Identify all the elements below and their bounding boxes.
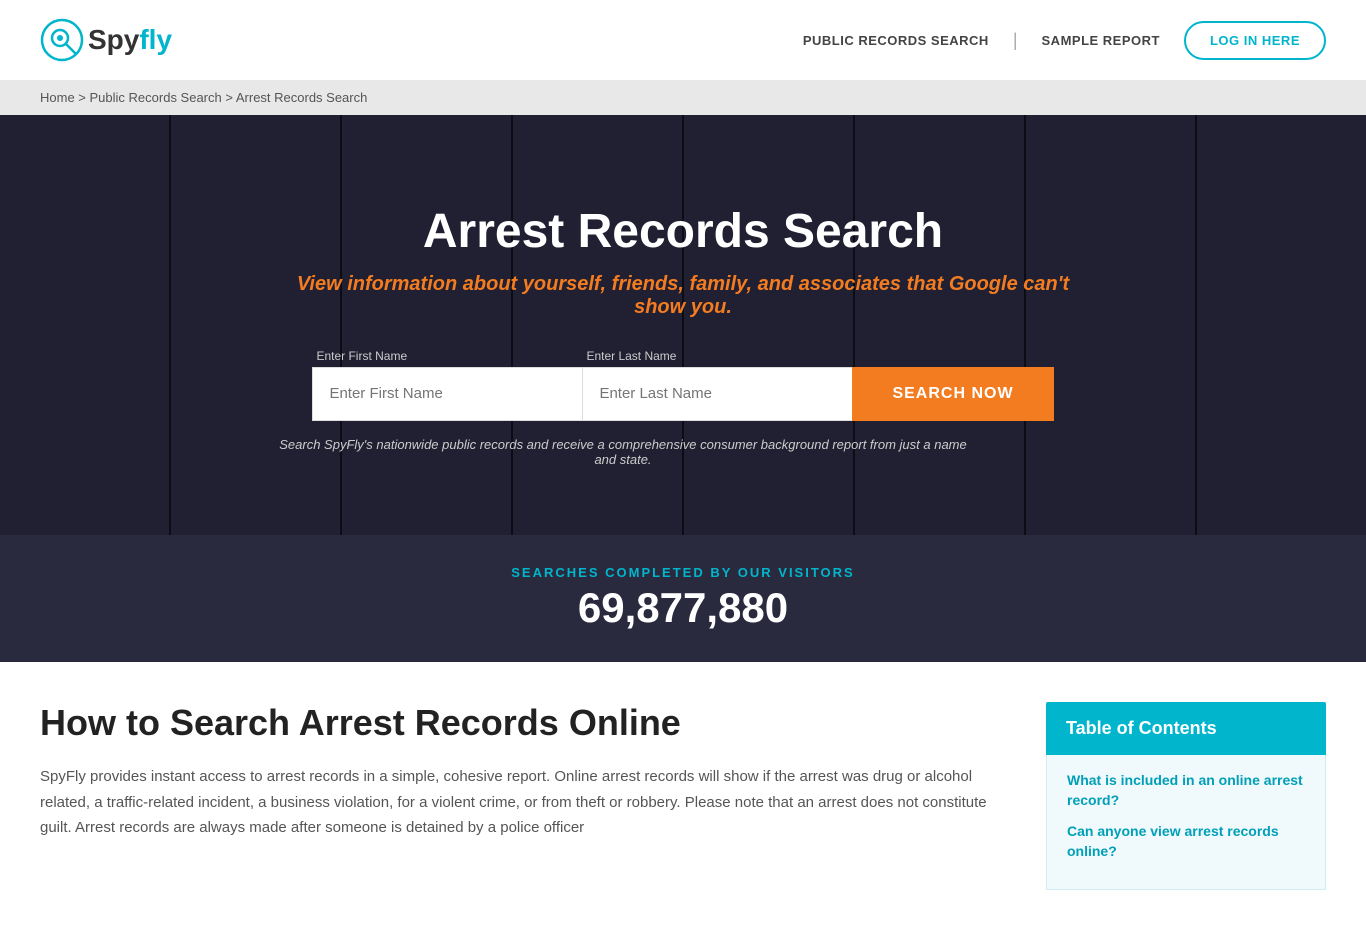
toc-link-2[interactable]: Can anyone view arrest records online?	[1067, 822, 1305, 861]
breadcrumb-sep2: >	[222, 90, 236, 105]
nav-sample-report[interactable]: SAMPLE REPORT	[1042, 33, 1160, 48]
spyfly-logo-icon	[40, 18, 84, 62]
breadcrumb-home[interactable]: Home	[40, 90, 75, 105]
hero-title: Arrest Records Search	[273, 204, 1093, 259]
nav-area: PUBLIC RECORDS SEARCH | SAMPLE REPORT LO…	[803, 21, 1326, 60]
first-name-input[interactable]	[312, 367, 582, 421]
toc-header: Table of Contents	[1046, 702, 1326, 755]
toc-sidebar: Table of Contents What is included in an…	[1046, 702, 1326, 890]
breadcrumb-current: Arrest Records Search	[236, 90, 368, 105]
breadcrumb-sep1: >	[75, 90, 90, 105]
main-paragraph: SpyFly provides instant access to arrest…	[40, 764, 1016, 841]
logo-text: Spyfly	[88, 24, 172, 56]
first-name-label: Enter First Name	[312, 349, 582, 363]
stats-bar: SEARCHES COMPLETED BY OUR VISITORS 69,87…	[0, 535, 1366, 662]
toc-body: What is included in an online arrest rec…	[1046, 755, 1326, 890]
search-now-button[interactable]: SEARCH NOW	[852, 367, 1053, 421]
hero-content: Arrest Records Search View information a…	[233, 164, 1133, 487]
main-content: How to Search Arrest Records Online SpyF…	[40, 702, 1016, 890]
search-form: Enter First Name Enter Last Name SEARCH …	[273, 349, 1093, 421]
last-name-group: Enter Last Name	[582, 349, 852, 421]
stats-label: SEARCHES COMPLETED BY OUR VISITORS	[40, 565, 1326, 580]
breadcrumb-public-records[interactable]: Public Records Search	[90, 90, 222, 105]
header: Spyfly PUBLIC RECORDS SEARCH | SAMPLE RE…	[0, 0, 1366, 80]
bg-face-1	[0, 115, 169, 535]
logo[interactable]: Spyfly	[40, 18, 172, 62]
hero-subtitle: View information about yourself, friends…	[273, 273, 1093, 319]
hero-disclaimer: Search SpyFly's nationwide public record…	[273, 437, 973, 467]
stats-number: 69,877,880	[40, 584, 1326, 632]
nav-public-records[interactable]: PUBLIC RECORDS SEARCH	[803, 33, 989, 48]
hero-section: Arrest Records Search View information a…	[0, 115, 1366, 535]
bg-face-8	[1197, 115, 1366, 535]
content-area: How to Search Arrest Records Online SpyF…	[0, 662, 1366, 930]
nav-divider: |	[1013, 30, 1018, 51]
last-name-label: Enter Last Name	[582, 349, 852, 363]
last-name-input[interactable]	[582, 367, 852, 421]
breadcrumb: Home > Public Records Search > Arrest Re…	[0, 80, 1366, 115]
first-name-group: Enter First Name	[312, 349, 582, 421]
login-button[interactable]: LOG IN HERE	[1184, 21, 1326, 60]
toc-link-1[interactable]: What is included in an online arrest rec…	[1067, 771, 1305, 810]
main-heading: How to Search Arrest Records Online	[40, 702, 1016, 744]
